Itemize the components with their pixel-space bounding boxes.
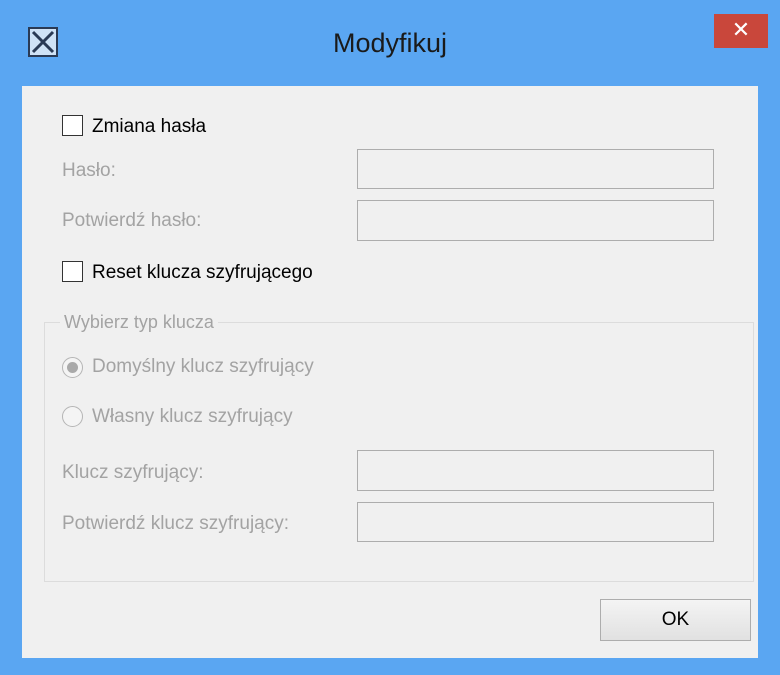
dialog-body: Zmiana hasła Hasło: Potwierdź hasło: Res… [22,86,758,658]
encryption-key-field[interactable] [357,450,714,491]
default-key-radio[interactable] [62,357,83,378]
key-type-group-title: Wybierz typ klucza [60,312,218,333]
change-password-label[interactable]: Zmiana hasła [92,116,206,138]
close-icon: ✕ [731,17,751,42]
dialog-window: Modyfikuj ✕ Zmiana hasła Hasło: Potwierd… [0,0,780,675]
change-password-checkbox[interactable] [62,115,83,136]
default-key-label[interactable]: Domyślny klucz szyfrujący [92,356,314,378]
ok-button[interactable]: OK [600,599,751,641]
confirm-password-label: Potwierdź hasło: [62,210,202,231]
radio-selected-dot [67,362,78,373]
custom-key-label[interactable]: Własny klucz szyfrujący [92,406,293,428]
close-button[interactable]: ✕ [714,14,768,48]
encryption-key-label: Klucz szyfrujący: [62,462,204,483]
confirm-password-field[interactable] [357,200,714,241]
custom-key-radio[interactable] [62,406,83,427]
password-label: Hasło: [62,160,116,181]
confirm-encryption-key-field[interactable] [357,502,714,542]
window-title: Modyfikuj [332,28,448,58]
reset-key-checkbox[interactable] [62,261,83,282]
title-bar[interactable]: Modyfikuj ✕ [0,0,780,86]
reset-key-label[interactable]: Reset klucza szyfrującego [92,262,313,284]
confirm-encryption-key-label: Potwierdź klucz szyfrujący: [62,513,290,534]
password-field[interactable] [357,149,714,189]
